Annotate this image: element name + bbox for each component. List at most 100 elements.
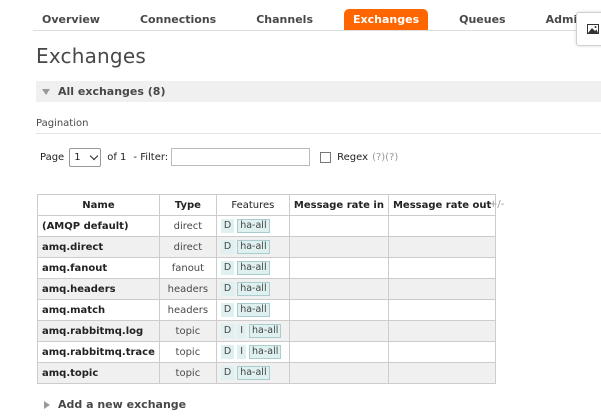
exchange-type: fanout bbox=[158, 257, 217, 279]
exchange-type: direct bbox=[158, 215, 217, 237]
column-toggle-button[interactable]: +/- bbox=[489, 199, 504, 210]
message-rate-in bbox=[288, 320, 389, 342]
page-title: Exchanges bbox=[36, 44, 146, 68]
exchange-name-link[interactable]: amq.topic bbox=[37, 362, 160, 384]
triangle-right-icon bbox=[44, 400, 50, 409]
column-header-name[interactable]: Name bbox=[37, 194, 160, 216]
message-rate-in bbox=[288, 299, 389, 321]
durable-badge: D bbox=[220, 282, 235, 296]
durable-badge: D bbox=[220, 345, 235, 359]
exchange-features: Dha-all bbox=[215, 236, 290, 258]
exchange-type: topic bbox=[158, 320, 217, 342]
durable-badge: D bbox=[220, 366, 235, 380]
table-row[interactable]: amq.match headers Dha-all bbox=[37, 299, 497, 321]
durable-badge: D bbox=[220, 219, 235, 233]
column-header-rate-out[interactable]: Message rate out bbox=[387, 194, 497, 216]
message-rate-in bbox=[288, 278, 389, 300]
durable-badge: D bbox=[220, 303, 235, 317]
page-count-label: of 1 bbox=[107, 151, 127, 163]
pagination-controls: Page 1 of 1 - Filter: Regex (?)(?) bbox=[40, 147, 398, 167]
exchange-name-link[interactable]: amq.rabbitmq.log bbox=[37, 320, 160, 342]
policy-badge: ha-all bbox=[249, 324, 282, 338]
message-rate-out bbox=[387, 257, 497, 279]
regex-checkbox[interactable] bbox=[320, 151, 332, 163]
add-exchange-section-toggle[interactable]: Add a new exchange bbox=[36, 394, 601, 415]
message-rate-in bbox=[288, 236, 389, 258]
table-row[interactable]: amq.direct direct Dha-all bbox=[37, 236, 497, 258]
message-rate-in bbox=[288, 215, 389, 237]
exchange-features: Dha-all bbox=[215, 278, 290, 300]
exchange-name-link[interactable]: amq.direct bbox=[37, 236, 160, 258]
exchange-name-link[interactable]: amq.headers bbox=[37, 278, 160, 300]
exchange-name-link[interactable]: amq.rabbitmq.trace bbox=[37, 341, 160, 363]
filter-input[interactable] bbox=[171, 148, 311, 166]
chevron-down-icon bbox=[89, 151, 99, 160]
exchange-type: direct bbox=[158, 236, 217, 258]
policy-badge: ha-all bbox=[237, 366, 270, 380]
table-row[interactable]: amq.topic topic Dha-all bbox=[37, 362, 497, 384]
policy-badge: ha-all bbox=[237, 282, 270, 296]
message-rate-out bbox=[387, 362, 497, 384]
table-row[interactable]: amq.rabbitmq.log topic D Iha-all bbox=[37, 320, 497, 342]
triangle-down-icon bbox=[42, 88, 50, 95]
exchange-type: topic bbox=[158, 362, 217, 384]
pagination-divider bbox=[36, 133, 601, 134]
nav-divider bbox=[33, 30, 601, 31]
policy-badge: ha-all bbox=[249, 345, 282, 359]
tab-overview[interactable]: Overview bbox=[33, 9, 109, 30]
tab-channels[interactable]: Channels bbox=[247, 9, 322, 30]
page-label: Page bbox=[40, 151, 65, 163]
exchange-features: Dha-all bbox=[215, 362, 290, 384]
regex-help-links[interactable]: (?)(?) bbox=[372, 152, 398, 163]
table-header-row: Name Type Features Message rate in Messa… bbox=[37, 194, 497, 216]
policy-badge: ha-all bbox=[237, 261, 270, 275]
table-row[interactable]: amq.headers headers Dha-all bbox=[37, 278, 497, 300]
table-row[interactable]: (AMQP default) direct Dha-all bbox=[37, 215, 497, 237]
table-row[interactable]: amq.rabbitmq.trace topic D Iha-all bbox=[37, 341, 497, 363]
filter-label: - Filter: bbox=[133, 151, 169, 163]
message-rate-out bbox=[387, 236, 497, 258]
internal-badge: I bbox=[237, 324, 247, 338]
message-rate-in bbox=[288, 362, 389, 384]
message-rate-out bbox=[387, 341, 497, 363]
main-nav: Overview Connections Channels Exchanges … bbox=[33, 8, 601, 30]
exchange-features: Dha-all bbox=[215, 257, 290, 279]
durable-badge: D bbox=[220, 324, 235, 338]
exchange-features: Dha-all bbox=[215, 299, 290, 321]
table-body: (AMQP default) direct Dha-all amq.direct dir… bbox=[37, 215, 497, 384]
column-header-rate-in[interactable]: Message rate in bbox=[288, 194, 389, 216]
exchange-features: D Iha-all bbox=[215, 341, 290, 363]
column-header-type[interactable]: Type bbox=[158, 194, 217, 216]
table-row[interactable]: amq.fanout fanout Dha-all bbox=[37, 257, 497, 279]
image-icon bbox=[587, 24, 599, 34]
column-header-features: Features bbox=[215, 194, 290, 216]
message-rate-out bbox=[387, 320, 497, 342]
exchange-name-link[interactable]: (AMQP default) bbox=[37, 215, 160, 237]
regex-label: Regex bbox=[337, 151, 369, 163]
image-icon-button[interactable] bbox=[576, 12, 601, 46]
exchange-type: topic bbox=[158, 341, 217, 363]
section-title: All exchanges (8) bbox=[58, 85, 166, 98]
exchange-features: D Iha-all bbox=[215, 320, 290, 342]
tab-exchanges[interactable]: Exchanges bbox=[344, 8, 429, 30]
exchange-name-link[interactable]: amq.fanout bbox=[37, 257, 160, 279]
exchange-name-link[interactable]: amq.match bbox=[37, 299, 160, 321]
message-rate-out bbox=[387, 278, 497, 300]
exchange-type: headers bbox=[158, 278, 217, 300]
policy-badge: ha-all bbox=[237, 303, 270, 317]
add-exchange-label: Add a new exchange bbox=[58, 398, 187, 411]
policy-badge: ha-all bbox=[237, 240, 270, 254]
page-select[interactable]: 1 bbox=[69, 147, 102, 167]
exchange-type: headers bbox=[158, 299, 217, 321]
message-rate-out bbox=[387, 215, 497, 237]
all-exchanges-section-toggle[interactable]: All exchanges (8) bbox=[36, 81, 601, 102]
tab-queues[interactable]: Queues bbox=[450, 9, 514, 30]
exchange-features: Dha-all bbox=[215, 215, 290, 237]
policy-badge: ha-all bbox=[237, 219, 270, 233]
page-select-value: 1 bbox=[74, 151, 81, 163]
exchanges-table: Name Type Features Message rate in Messa… bbox=[37, 194, 497, 384]
message-rate-in bbox=[288, 257, 389, 279]
message-rate-in bbox=[288, 341, 389, 363]
durable-badge: D bbox=[220, 261, 235, 275]
tab-connections[interactable]: Connections bbox=[131, 9, 225, 30]
